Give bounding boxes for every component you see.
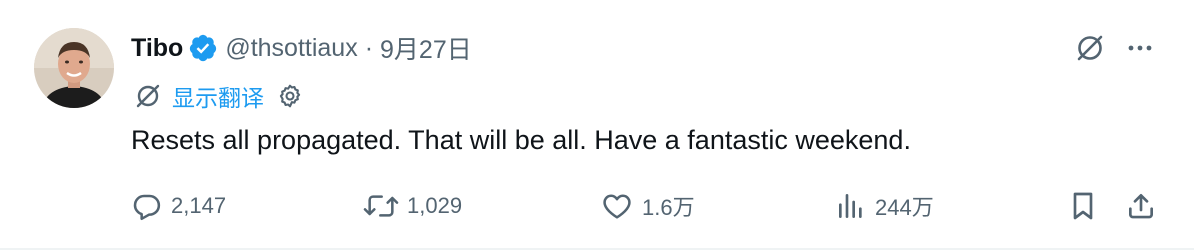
repost-count: 1,029 [407, 193, 463, 218]
verified-badge-icon[interactable] [188, 33, 218, 63]
translate-row: 显示翻译 [134, 80, 304, 112]
avatar[interactable] [34, 28, 114, 108]
grok-icon[interactable] [1074, 32, 1106, 64]
more-icon[interactable] [1126, 34, 1154, 62]
translate-icon [134, 82, 162, 110]
author-name[interactable]: Tibo [131, 34, 183, 63]
share-button[interactable] [1125, 186, 1157, 226]
tweet-card[interactable]: Tibo @thsottiaux · 9月27日 显示翻译 Resets all… [0, 0, 1194, 250]
view-count: 244万 [875, 195, 934, 220]
tweet-header: Tibo @thsottiaux · 9月27日 [131, 30, 472, 66]
share-icon [1125, 190, 1157, 222]
like-button[interactable]: 1.6万 [600, 186, 695, 226]
show-translation-button[interactable]: 显示翻译 [134, 79, 264, 113]
bookmark-icon [1067, 190, 1099, 222]
show-translation-label: 显示翻译 [172, 85, 264, 111]
repost-icon [363, 190, 399, 222]
reply-icon [131, 190, 163, 222]
gear-icon[interactable] [276, 82, 304, 110]
like-count: 1.6万 [642, 195, 695, 220]
bookmark-button[interactable] [1067, 186, 1099, 226]
views-button[interactable]: 244万 [835, 186, 934, 226]
heart-icon [600, 190, 634, 222]
repost-button[interactable]: 1,029 [363, 186, 462, 226]
separator-dot: · [364, 33, 374, 62]
tweet-divider [0, 248, 1194, 250]
reply-count: 2,147 [171, 193, 227, 218]
tweet-date[interactable]: 9月27日 [380, 30, 472, 66]
tweet-actions-bar: 2,147 1,029 1.6万 244万 [131, 186, 1154, 226]
reply-button[interactable]: 2,147 [131, 186, 226, 226]
tweet-top-actions [1074, 32, 1154, 64]
author-handle[interactable]: @thsottiaux [225, 34, 357, 63]
analytics-icon [835, 190, 867, 222]
tweet-text: Resets all propagated. That will be all.… [131, 125, 911, 155]
